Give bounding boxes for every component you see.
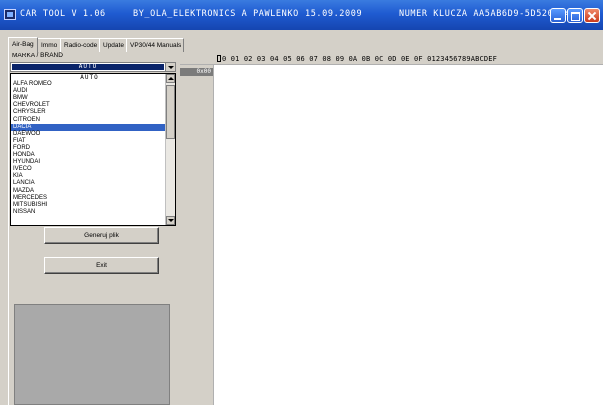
caret-marker: [217, 55, 221, 62]
hex-row-address: 0x00: [180, 68, 213, 76]
tab-radio-code[interactable]: Radio-code: [60, 38, 100, 52]
list-item: [11, 216, 166, 223]
maximize-button[interactable]: [567, 8, 583, 23]
generate-file-button[interactable]: Generuj plik: [44, 227, 159, 244]
window-title-author: BY_OLA_ELEKTRONICS A PAWLENKO: [133, 9, 299, 19]
scroll-down-arrow-icon[interactable]: [166, 216, 175, 225]
list-item-selected[interactable]: DACIA: [11, 123, 166, 131]
app-icon: [4, 9, 16, 20]
list-item[interactable]: AUDI: [11, 88, 166, 95]
minimize-button[interactable]: [550, 8, 566, 23]
list-item[interactable]: IVECO: [11, 166, 166, 173]
dropdown-scrollbar[interactable]: [165, 74, 175, 225]
hex-column-labels: 0 01 02 03 04 05 06 07 08 09 0A 0B 0C 0D…: [217, 55, 497, 64]
list-item[interactable]: NISSAN: [11, 209, 166, 216]
list-item[interactable]: MAZDA: [11, 188, 166, 195]
list-item[interactable]: ALFA ROMEO: [11, 81, 166, 88]
list-item[interactable]: CITROEN: [11, 117, 166, 124]
hex-editor-area[interactable]: [214, 65, 603, 405]
brand-label: MARKA / BRAND: [12, 52, 63, 59]
list-item[interactable]: MERCEDES: [11, 195, 166, 202]
list-item[interactable]: HYUNDAI: [11, 159, 166, 166]
hex-header-corner: [180, 54, 216, 64]
list-item[interactable]: FIAT: [11, 138, 166, 145]
list-item[interactable]: MITSUBISHI: [11, 202, 166, 209]
list-item[interactable]: DAEWOO: [11, 131, 166, 138]
list-item[interactable]: FORD: [11, 145, 166, 152]
hex-columns-text: 0 01 02 03 04 05 06 07 08 09 0A 0B 0C 0D…: [222, 55, 497, 63]
list-item[interactable]: AUTO: [11, 74, 166, 81]
chevron-down-icon[interactable]: [165, 63, 175, 71]
window-title-app: CAR TOOL V 1.06: [20, 9, 106, 19]
close-button[interactable]: [584, 8, 600, 23]
exit-button[interactable]: Exit: [44, 257, 159, 274]
list-item[interactable]: LANCIA: [11, 180, 166, 187]
tab-immo[interactable]: Immo: [37, 38, 61, 52]
tab-air-bag[interactable]: Air-Bag: [8, 37, 38, 53]
brand-dropdown-list[interactable]: AUTO ALFA ROMEO AUDI BMW CHEVROLET CHRYS…: [10, 73, 176, 226]
tab-vp30-44-manuals[interactable]: VP30/44 Manuals: [126, 38, 184, 52]
list-item[interactable]: CHEVROLET: [11, 102, 166, 109]
tab-update[interactable]: Update: [99, 38, 127, 52]
list-item[interactable]: KIA: [11, 173, 166, 180]
scroll-thumb[interactable]: [166, 85, 175, 139]
brand-select[interactable]: AUTO: [10, 62, 176, 72]
preview-panel: [14, 304, 170, 405]
list-item[interactable]: CHRYSLER: [11, 109, 166, 116]
list-item[interactable]: BMW: [11, 95, 166, 102]
brand-select-value: AUTO: [12, 64, 164, 70]
window-title-date: 15.09.2009: [305, 9, 363, 19]
hex-column-header: 0 01 02 03 04 05 06 07 08 09 0A 0B 0C 0D…: [180, 54, 603, 65]
scroll-up-arrow-icon[interactable]: [166, 74, 175, 83]
list-item[interactable]: HONDA: [11, 152, 166, 159]
title-bar[interactable]: CAR TOOL V 1.06 BY_OLA_ELEKTRONICS A PAW…: [0, 0, 603, 30]
hex-row-header: 0x00: [180, 65, 214, 405]
